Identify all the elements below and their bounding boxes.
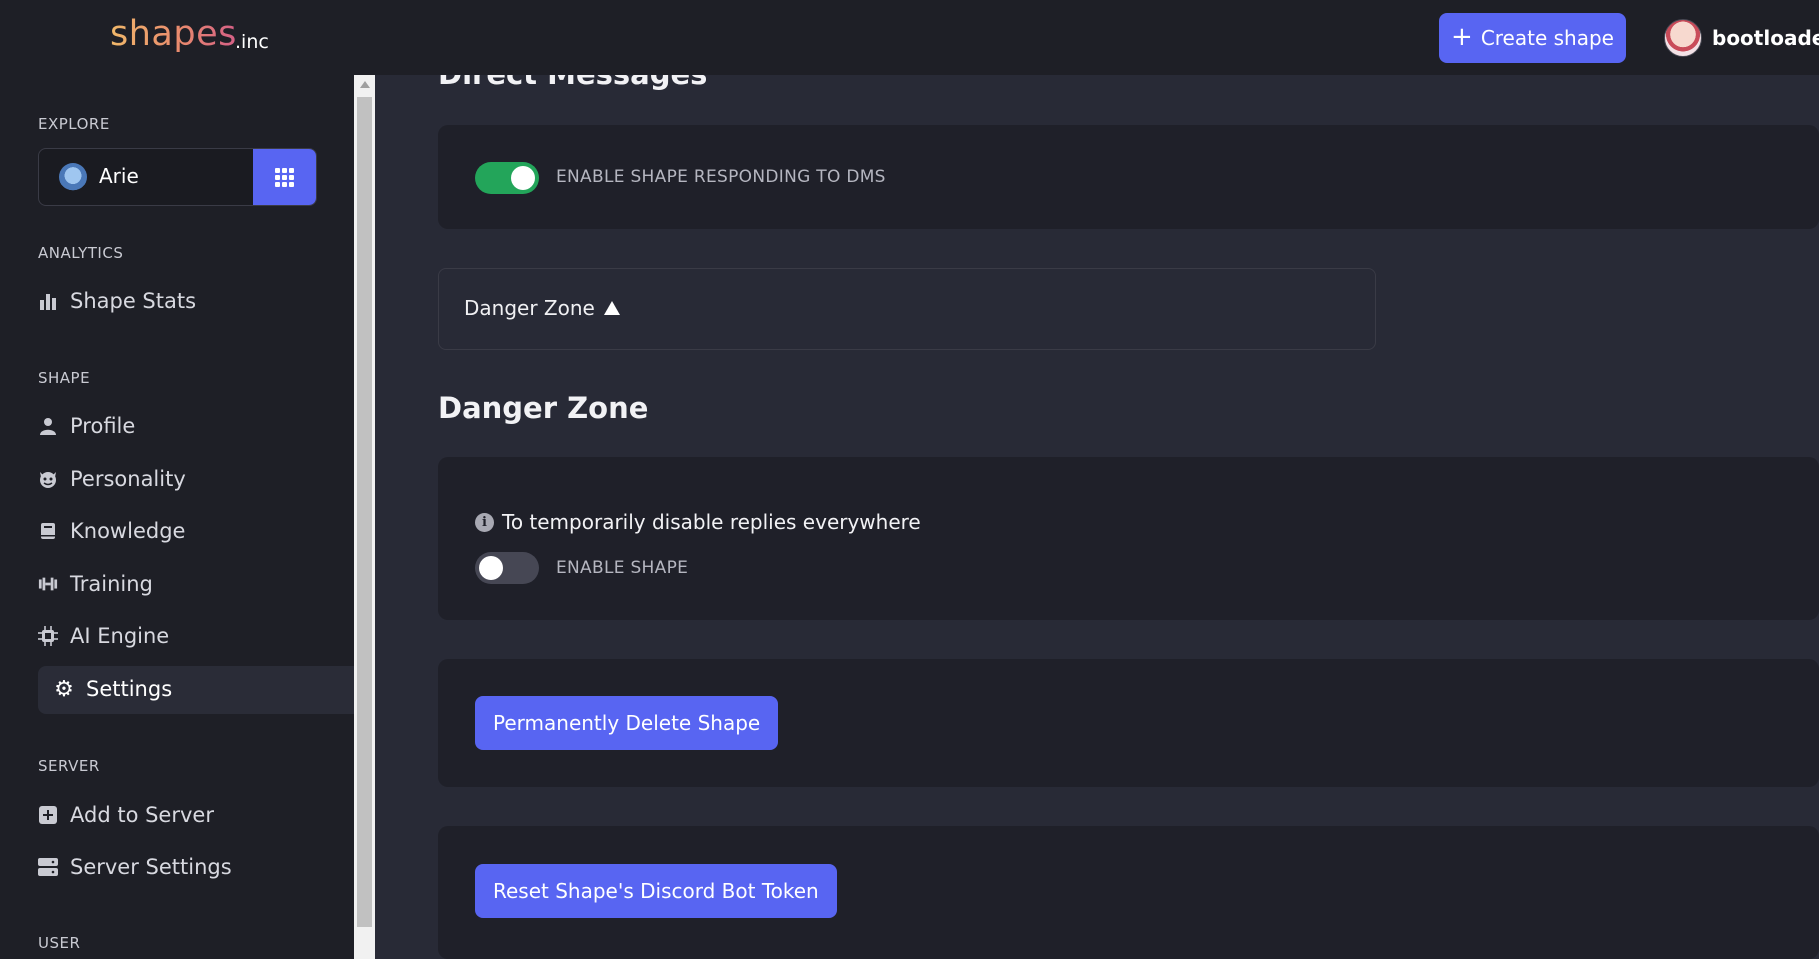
- sidebar-item-server-settings[interactable]: Server Settings: [38, 855, 232, 879]
- disable-info: i To temporarily disable replies everywh…: [475, 510, 921, 534]
- enable-shape-toggle[interactable]: [475, 552, 539, 584]
- enable-shape-label: ENABLE SHAPE: [556, 558, 689, 578]
- sidebar-item-label: Server Settings: [70, 855, 232, 879]
- dm-toggle[interactable]: [475, 162, 539, 194]
- sidebar-item-settings[interactable]: ⚙ Settings: [54, 676, 173, 702]
- person-icon: [38, 416, 58, 436]
- sidebar-scrollbar[interactable]: [354, 75, 375, 959]
- explore-label: EXPLORE: [38, 115, 110, 133]
- sidebar-item-label: Personality: [70, 467, 186, 491]
- sidebar-item-label: Shape Stats: [70, 289, 197, 313]
- sidebar-item-label: Knowledge: [70, 519, 186, 543]
- create-shape-label: Create shape: [1480, 26, 1614, 50]
- chip-icon: [38, 626, 58, 646]
- bar-chart-icon: [38, 291, 58, 311]
- sidebar-item-label: Profile: [70, 414, 136, 438]
- info-icon: i: [475, 512, 494, 532]
- shape-selector[interactable]: Arie: [38, 148, 317, 206]
- disable-info-text: To temporarily disable replies everywher…: [502, 510, 921, 534]
- dumbbell-icon: [38, 574, 58, 594]
- logo[interactable]: shapes: [110, 14, 237, 54]
- gear-icon: ⚙: [54, 676, 74, 702]
- user-label: USER: [38, 934, 81, 952]
- sidebar-item-training[interactable]: Training: [38, 572, 153, 596]
- disable-card: [438, 457, 1819, 620]
- selected-shape-name: Arie: [99, 164, 139, 188]
- sidebar-item-personality[interactable]: Personality: [38, 467, 186, 491]
- plus-square-icon: [38, 805, 58, 825]
- devil-face-icon: [38, 469, 58, 489]
- sidebar-item-shape-stats[interactable]: Shape Stats: [38, 289, 196, 313]
- scroll-up-arrow-icon[interactable]: [360, 81, 370, 88]
- avatar: [1664, 19, 1702, 57]
- dm-toggle-label: ENABLE SHAPE RESPONDING TO DMS: [556, 167, 886, 187]
- analytics-label: ANALYTICS: [38, 244, 124, 262]
- shape-avatar-icon: [59, 163, 87, 191]
- dm-card: ENABLE SHAPE RESPONDING TO DMS: [438, 125, 1819, 229]
- user-menu[interactable]: bootloader: [1664, 19, 1819, 57]
- grid-icon: [275, 167, 294, 187]
- scrollbar-thumb[interactable]: [357, 97, 372, 927]
- sidebar-item-label: Training: [70, 572, 153, 596]
- sidebar-item-add-to-server[interactable]: Add to Server: [38, 803, 214, 827]
- server-label: SERVER: [38, 757, 100, 775]
- toggle-knob: [479, 556, 503, 580]
- server-icon: [38, 857, 58, 877]
- shape-label: SHAPE: [38, 369, 91, 387]
- delete-shape-button[interactable]: Permanently Delete Shape: [475, 696, 779, 750]
- reset-token-button[interactable]: Reset Shape's Discord Bot Token: [475, 864, 837, 918]
- triangle-up-icon: [604, 301, 620, 315]
- sidebar-item-label: Add to Server: [70, 803, 214, 827]
- sidebar-item-profile[interactable]: Profile: [38, 414, 135, 438]
- top-bar: shapes .inc + Create shape bootloader: [0, 0, 1819, 75]
- logo-suffix: .inc: [235, 31, 269, 53]
- user-name: bootloader: [1712, 26, 1819, 50]
- danger-zone-collapse[interactable]: Danger Zone: [438, 268, 1376, 350]
- toggle-knob: [511, 166, 535, 190]
- sidebar-item-label: Settings: [86, 677, 173, 701]
- sidebar-item-knowledge[interactable]: Knowledge: [38, 519, 185, 543]
- plus-icon: +: [1451, 21, 1473, 52]
- sidebar-item-label: AI Engine: [70, 624, 170, 648]
- sidebar-item-ai-engine[interactable]: AI Engine: [38, 624, 169, 648]
- danger-zone-collapse-label: Danger Zone: [464, 296, 595, 320]
- danger-zone-title: Danger Zone: [438, 391, 649, 425]
- create-shape-button[interactable]: + Create shape: [1439, 13, 1626, 63]
- grid-menu-button[interactable]: [253, 149, 316, 205]
- book-icon: [38, 521, 58, 541]
